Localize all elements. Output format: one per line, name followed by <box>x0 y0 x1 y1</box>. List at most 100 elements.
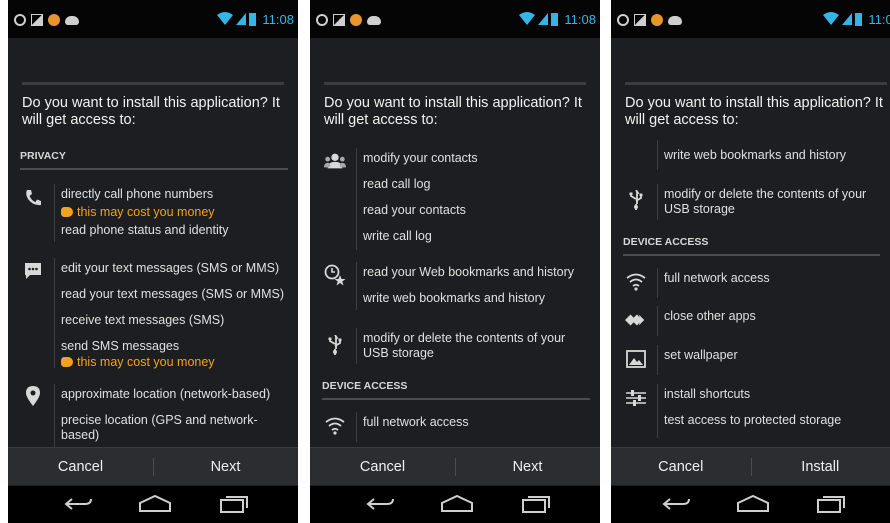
divider <box>324 82 586 85</box>
cost-warning-text: this may cost you money <box>77 205 215 219</box>
permission-modify-contacts: modify your contacts <box>363 151 478 165</box>
money-warning-icon <box>61 357 73 367</box>
message-icon <box>22 260 44 282</box>
home-icon[interactable] <box>437 494 477 514</box>
group-divider <box>356 262 357 310</box>
permission-read-phone-status: read phone status and identity <box>61 223 229 237</box>
home-icon[interactable] <box>733 494 773 514</box>
group-divider <box>54 258 55 368</box>
install-question: Do you want to install this application?… <box>625 95 883 128</box>
button-bar: Cancel Next <box>8 447 298 485</box>
permission-edit-sms: edit your text messages (SMS or MMS) <box>61 261 280 275</box>
permission-approx-location: approximate location (network-based) <box>61 387 271 401</box>
contacts-icon <box>324 150 346 172</box>
status-bar: 11:08 <box>611 0 890 38</box>
wifi-icon <box>324 415 346 437</box>
status-bar: 11:08 <box>310 0 600 38</box>
permission-call-phone: directly call phone numbers <box>61 187 214 201</box>
group-divider <box>657 384 658 438</box>
permission-send-sms: send SMS messages <box>61 339 180 353</box>
permission-precise-location: precise location (GPS and network-based) <box>61 413 258 442</box>
permission-close-apps: close other apps <box>664 309 756 323</box>
app-notification-icon <box>350 14 362 26</box>
recent-apps-icon[interactable] <box>516 494 556 514</box>
permission-list[interactable]: write web bookmarks and history modify o… <box>611 140 890 447</box>
navigation-bar <box>310 486 600 523</box>
permission-set-wallpaper: set wallpaper <box>664 348 738 362</box>
button-bar: Cancel Next <box>310 447 600 485</box>
android-icon <box>65 15 79 25</box>
permission-full-network: full network access <box>363 415 469 429</box>
group-divider <box>657 184 658 220</box>
location-pin-icon <box>22 385 44 407</box>
android-icon <box>668 15 682 25</box>
back-icon[interactable] <box>58 494 98 514</box>
cancel-button[interactable]: Cancel <box>310 448 455 486</box>
battery-icon <box>249 12 257 26</box>
permission-read-contacts: read your contacts <box>363 203 466 217</box>
battery-icon <box>551 12 559 26</box>
gps-icon <box>617 14 629 26</box>
wifi-status-icon <box>823 12 840 25</box>
picture-icon <box>31 14 43 26</box>
gps-icon <box>14 14 26 26</box>
status-bar: 11:08 <box>8 0 298 38</box>
permission-read-sms: read your text messages (SMS or MMS) <box>61 287 284 301</box>
permission-write-call-log: write call log <box>363 229 432 243</box>
next-button[interactable]: Next <box>455 448 600 486</box>
gps-icon <box>316 14 328 26</box>
signal-icon <box>236 13 247 25</box>
close-apps-icon <box>625 309 647 331</box>
permission-usb-storage: modify or delete the contents of your US… <box>363 331 566 360</box>
wifi-icon <box>625 271 647 293</box>
navigation-bar <box>8 486 298 523</box>
picture-icon <box>634 14 646 26</box>
clock: 11:08 <box>262 11 294 27</box>
cancel-button[interactable]: Cancel <box>611 448 751 486</box>
install-screen-2: 11:08 Do you want to install this applic… <box>310 0 600 523</box>
permission-read-call-log: read call log <box>363 177 431 191</box>
signal-icon <box>538 13 549 25</box>
picture-icon <box>333 14 345 26</box>
cost-warning: this may cost you money <box>61 205 290 220</box>
permission-list[interactable]: PRIVACY directly call phone numbers this… <box>8 140 298 447</box>
back-icon[interactable] <box>656 494 696 514</box>
permission-list[interactable]: modify your contacts read call log read … <box>310 140 600 447</box>
section-header-device-access: DEVICE ACCESS <box>322 378 590 400</box>
divider <box>625 82 887 85</box>
group-divider <box>54 384 55 447</box>
sliders-icon <box>625 387 647 409</box>
install-button[interactable]: Install <box>751 448 890 486</box>
group-divider <box>657 306 658 336</box>
button-bar: Cancel Install <box>611 447 890 485</box>
install-screen-3: 11:08 Do you want to install this applic… <box>611 0 890 523</box>
section-header-privacy: PRIVACY <box>20 148 288 170</box>
cancel-button[interactable]: Cancel <box>8 448 153 486</box>
section-header-device-access: DEVICE ACCESS <box>623 234 880 256</box>
back-icon[interactable] <box>360 494 400 514</box>
usb-icon <box>324 334 346 356</box>
group-divider <box>54 184 55 242</box>
navigation-bar <box>611 486 890 523</box>
recent-apps-icon[interactable] <box>214 494 254 514</box>
bookmark-star-icon <box>324 264 346 286</box>
next-button[interactable]: Next <box>153 448 298 486</box>
android-icon <box>367 15 381 25</box>
permission-write-bookmarks: write web bookmarks and history <box>664 148 847 162</box>
phone-icon <box>22 187 44 209</box>
install-screen-1: 11:08 Do you want to install this applic… <box>8 0 298 523</box>
group-divider <box>657 140 658 170</box>
permission-read-bookmarks: read your Web bookmarks and history <box>363 265 574 279</box>
group-divider <box>356 328 357 364</box>
usb-icon <box>625 189 647 211</box>
group-divider <box>657 345 658 375</box>
home-icon[interactable] <box>135 494 175 514</box>
wallpaper-icon <box>625 348 647 370</box>
recent-apps-icon[interactable] <box>811 494 851 514</box>
install-question: Do you want to install this application?… <box>324 95 582 128</box>
battery-icon <box>855 12 863 26</box>
wifi-status-icon <box>217 12 234 25</box>
permission-write-bookmarks: write web bookmarks and history <box>363 291 546 305</box>
group-divider <box>356 412 357 442</box>
permission-protected-storage: test access to protected storage <box>664 413 842 427</box>
